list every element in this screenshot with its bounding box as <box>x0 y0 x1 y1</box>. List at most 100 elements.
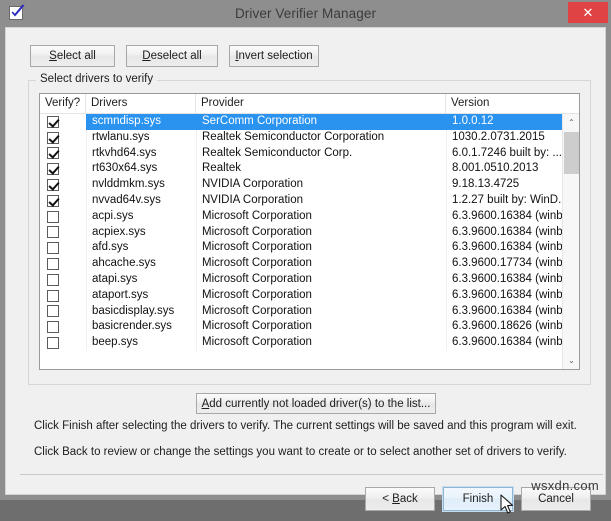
verify-cell <box>40 210 86 223</box>
column-header-drivers[interactable]: Drivers <box>86 94 196 113</box>
verify-checkbox[interactable] <box>47 258 59 271</box>
table-row[interactable]: basicdisplay.sys Microsoft Corporation 6.3… <box>40 303 562 320</box>
watermark: wsxdn.com <box>531 478 599 493</box>
table-row[interactable]: rt630x64.sys Realtek 8.001.0510.2013 <box>40 161 562 178</box>
verify-cell <box>40 242 86 255</box>
table-row[interactable]: nvvad64v.sys NVIDIA Corporation 1.2.27 bui… <box>40 192 562 209</box>
verify-checkbox[interactable] <box>47 226 59 239</box>
driver-name-cell: ahcache.sys <box>86 256 196 272</box>
scroll-up-icon[interactable]: ⌃ <box>563 114 579 131</box>
verify-cell <box>40 147 86 160</box>
provider-cell: Microsoft Corporation <box>196 271 446 288</box>
driver-name-cell: ataport.sys <box>86 287 196 304</box>
provider-cell: Microsoft Corporation <box>196 256 446 272</box>
back-accel: B <box>392 493 400 505</box>
column-header-version[interactable]: Version <box>446 94 579 113</box>
verify-cell <box>40 258 86 271</box>
select-all-button[interactable]: Select all <box>30 45 115 67</box>
driver-name-cell: afd.sys <box>86 240 196 257</box>
list-header-row: Verify? Drivers Provider Version <box>40 94 579 114</box>
close-icon[interactable]: ✕ <box>568 2 608 23</box>
table-row[interactable]: rtwlanu.sys Realtek Semiconductor Corpora… <box>40 129 562 146</box>
version-cell: 6.3.9600.16384 (winb... <box>446 224 562 241</box>
page-title: Driver Verifier Manager <box>234 6 377 21</box>
version-cell: 1.2.27 built by: WinD... <box>446 192 562 209</box>
table-row[interactable]: ahcache.sys Microsoft Corporation 6.3.9600… <box>40 256 562 272</box>
provider-cell: SerComm Corporation <box>196 114 446 130</box>
back-label: ack <box>399 493 418 505</box>
column-header-verify[interactable]: Verify? <box>40 94 86 113</box>
table-row[interactable]: nvlddmkm.sys NVIDIA Corporation 9.18.13.47… <box>40 177 562 193</box>
provider-cell: Realtek <box>196 161 446 178</box>
add-not-loaded-drivers-button[interactable]: Add currently not loaded driver(s) to th… <box>196 393 436 414</box>
table-row[interactable]: scmndisp.sys SerComm Corporation 1.0.0.12 <box>40 114 562 130</box>
provider-cell: Realtek Semiconductor Corp. <box>196 145 446 162</box>
invert-label: nvert selection <box>238 50 313 62</box>
drivers-list[interactable]: Verify? Drivers Provider Version scmndis… <box>39 93 580 370</box>
driver-verifier-window: Driver Verifier Manager ✕ Select all Des… <box>0 0 611 514</box>
selection-toolbar: Select all Deselect all Invert selection <box>30 45 319 67</box>
list-rows-container: scmndisp.sys SerComm Corporation 1.0.0.12 r… <box>40 114 562 369</box>
verifier-checkbox-icon <box>8 4 26 22</box>
invert-selection-button[interactable]: Invert selection <box>229 45 319 67</box>
table-row[interactable]: rtkvhd64.sys Realtek Semiconductor Corp. 6… <box>40 145 562 162</box>
verify-checkbox[interactable] <box>47 194 59 207</box>
title-bar[interactable]: Driver Verifier Manager ✕ <box>0 0 611 27</box>
version-cell: 6.3.9600.16384 (winb... <box>446 208 562 225</box>
back-button[interactable]: < Back <box>365 487 435 511</box>
select-all-label: elect all <box>56 50 96 62</box>
version-cell: 6.3.9600.16384 (winb... <box>446 335 562 351</box>
provider-cell: Microsoft Corporation <box>196 224 446 241</box>
table-row[interactable]: beep.sys Microsoft Corporation 6.3.9600.16… <box>40 335 562 351</box>
provider-cell: Microsoft Corporation <box>196 287 446 304</box>
deselect-all-button[interactable]: Deselect all <box>126 45 218 67</box>
back-label-prefix: < <box>382 493 393 505</box>
verify-checkbox[interactable] <box>47 337 59 350</box>
add-button-accel: A <box>201 397 210 410</box>
version-cell: 6.3.9600.17734 (winb... <box>446 256 562 272</box>
verify-checkbox[interactable] <box>47 242 59 255</box>
driver-name-cell: rt630x64.sys <box>86 161 196 178</box>
table-row[interactable]: atapi.sys Microsoft Corporation 6.3.9600.1… <box>40 271 562 288</box>
verify-cell <box>40 194 86 207</box>
verify-checkbox[interactable] <box>47 147 59 160</box>
table-row[interactable]: afd.sys Microsoft Corporation 6.3.9600.163… <box>40 240 562 257</box>
verify-checkbox[interactable] <box>47 321 59 334</box>
driver-name-cell: beep.sys <box>86 335 196 351</box>
scrollbar-thumb[interactable] <box>564 132 579 174</box>
driver-name-cell: nvlddmkm.sys <box>86 177 196 193</box>
version-cell: 1.0.0.12 <box>446 114 562 130</box>
table-row[interactable]: acpiex.sys Microsoft Corporation 6.3.9600.… <box>40 224 562 241</box>
verify-cell <box>40 131 86 144</box>
verify-cell <box>40 305 86 318</box>
list-body: scmndisp.sys SerComm Corporation 1.0.0.12 r… <box>40 114 579 369</box>
table-row[interactable]: ataport.sys Microsoft Corporation 6.3.9600… <box>40 287 562 304</box>
verify-checkbox[interactable] <box>47 131 59 144</box>
verify-cell <box>40 289 86 302</box>
finish-button[interactable]: Finish <box>442 486 514 512</box>
verify-checkbox[interactable] <box>47 115 59 128</box>
verify-checkbox[interactable] <box>47 163 59 176</box>
table-row[interactable]: basicrender.sys Microsoft Corporation 6.3.… <box>40 319 562 336</box>
verify-checkbox[interactable] <box>47 289 59 302</box>
info-text-back: Click Back to review or change the setti… <box>34 446 567 458</box>
provider-cell: Microsoft Corporation <box>196 335 446 351</box>
driver-name-cell: nvvad64v.sys <box>86 192 196 209</box>
driver-name-cell: acpi.sys <box>86 208 196 225</box>
verify-cell <box>40 163 86 176</box>
verify-checkbox[interactable] <box>47 179 59 192</box>
verify-checkbox[interactable] <box>47 210 59 223</box>
version-cell: 6.3.9600.16384 (winb... <box>446 240 562 257</box>
verify-checkbox[interactable] <box>47 305 59 318</box>
provider-cell: Microsoft Corporation <box>196 319 446 336</box>
table-row[interactable]: acpi.sys Microsoft Corporation 6.3.9600.16… <box>40 208 562 225</box>
column-header-provider[interactable]: Provider <box>196 94 446 113</box>
scroll-down-icon[interactable]: ⌄ <box>563 352 579 369</box>
driver-name-cell: basicrender.sys <box>86 319 196 336</box>
verify-checkbox[interactable] <box>47 273 59 286</box>
provider-cell: NVIDIA Corporation <box>196 192 446 209</box>
driver-name-cell: atapi.sys <box>86 271 196 288</box>
info-text-finish: Click Finish after selecting the drivers… <box>34 420 577 432</box>
vertical-scrollbar[interactable]: ⌃ ⌄ <box>562 114 579 369</box>
version-cell: 8.001.0510.2013 <box>446 161 562 178</box>
